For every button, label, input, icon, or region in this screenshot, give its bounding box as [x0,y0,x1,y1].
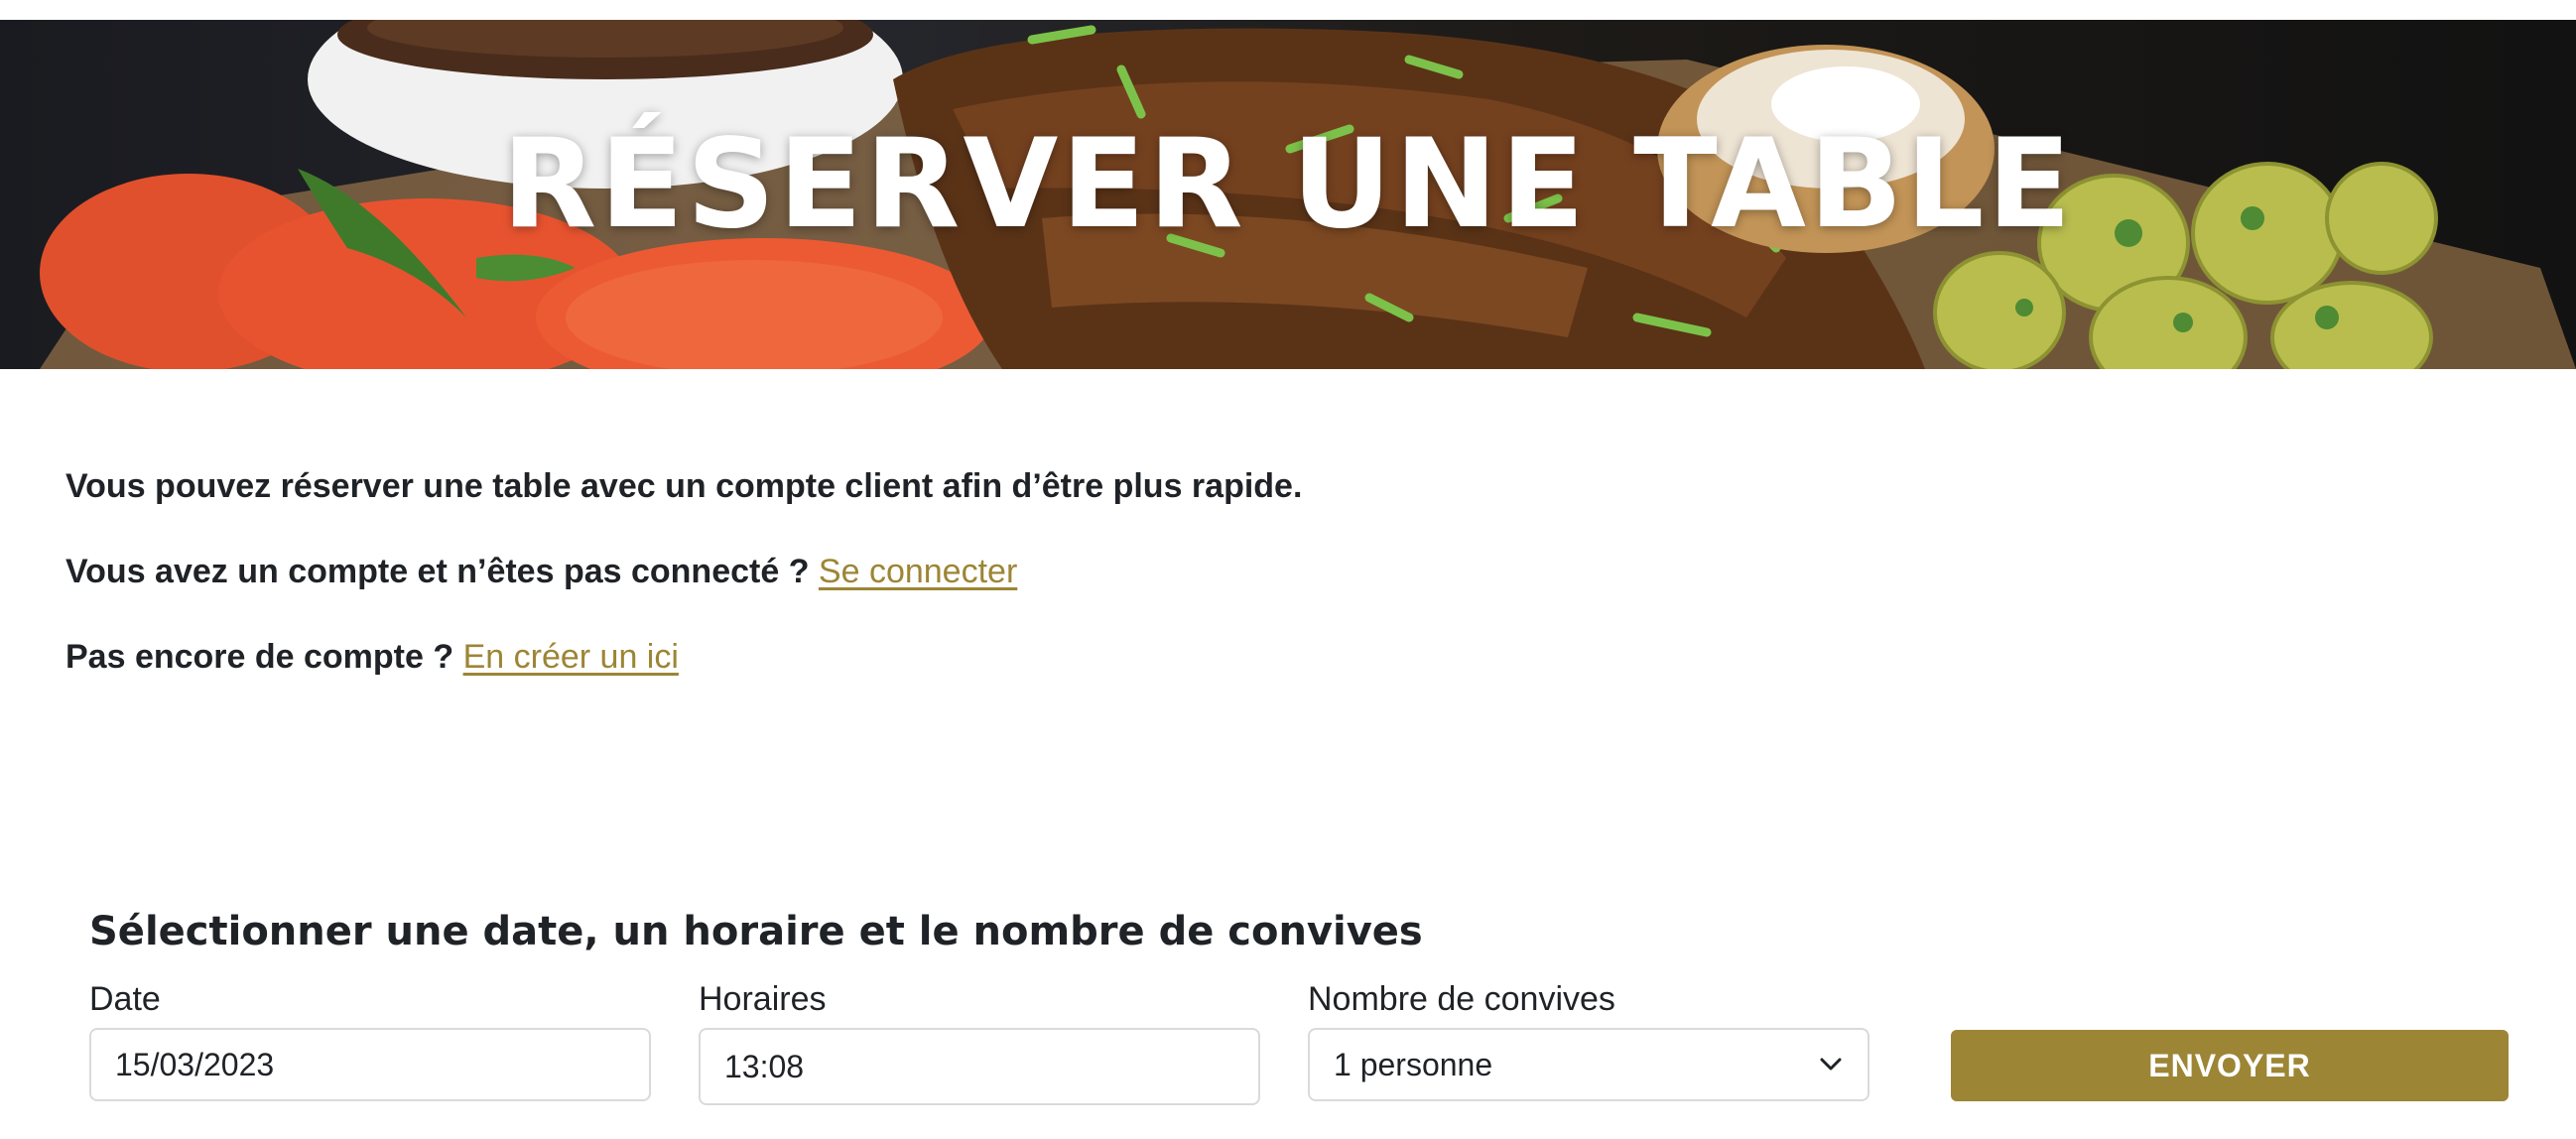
form-title: Sélectionner une date, un horaire et le … [89,909,1423,954]
time-label: Horaires [699,980,827,1018]
time-value: 13:08 [724,1048,805,1084]
intro-line-account-info: Vous pouvez réserver une table avec un c… [65,466,1302,506]
guests-label: Nombre de convives [1308,980,1615,1018]
intro-line-login: Vous avez un compte et n’êtes pas connec… [65,552,1302,591]
login-prompt-text: Vous avez un compte et n’êtes pas connec… [65,553,810,590]
top-strip [0,0,2576,20]
page-title: RÉSERVER UNE TABLE [501,113,2075,256]
date-label: Date [89,980,161,1018]
guests-select[interactable]: 1 personne [1308,1028,1869,1101]
register-link[interactable]: En créer un ici [463,638,679,676]
date-input[interactable]: 15/03/2023 [89,1028,651,1101]
intro-line1-text: Vous pouvez réserver une table avec un c… [65,467,1303,505]
submit-button[interactable]: ENVOYER [1951,1030,2509,1101]
register-prompt-text: Pas encore de compte ? [65,638,454,676]
login-link[interactable]: Se connecter [819,553,1017,590]
intro-line-register: Pas encore de compte ? En créer un ici [65,637,1302,677]
time-input[interactable]: 13:08 [699,1028,1260,1105]
hero-banner: RÉSERVER UNE TABLE [0,20,2576,369]
guests-value: 1 personne [1334,1046,1493,1082]
chevron-down-icon [1820,1058,1842,1071]
date-value: 15/03/2023 [115,1046,275,1082]
intro-section: Vous pouvez réserver une table avec un c… [65,466,1302,722]
